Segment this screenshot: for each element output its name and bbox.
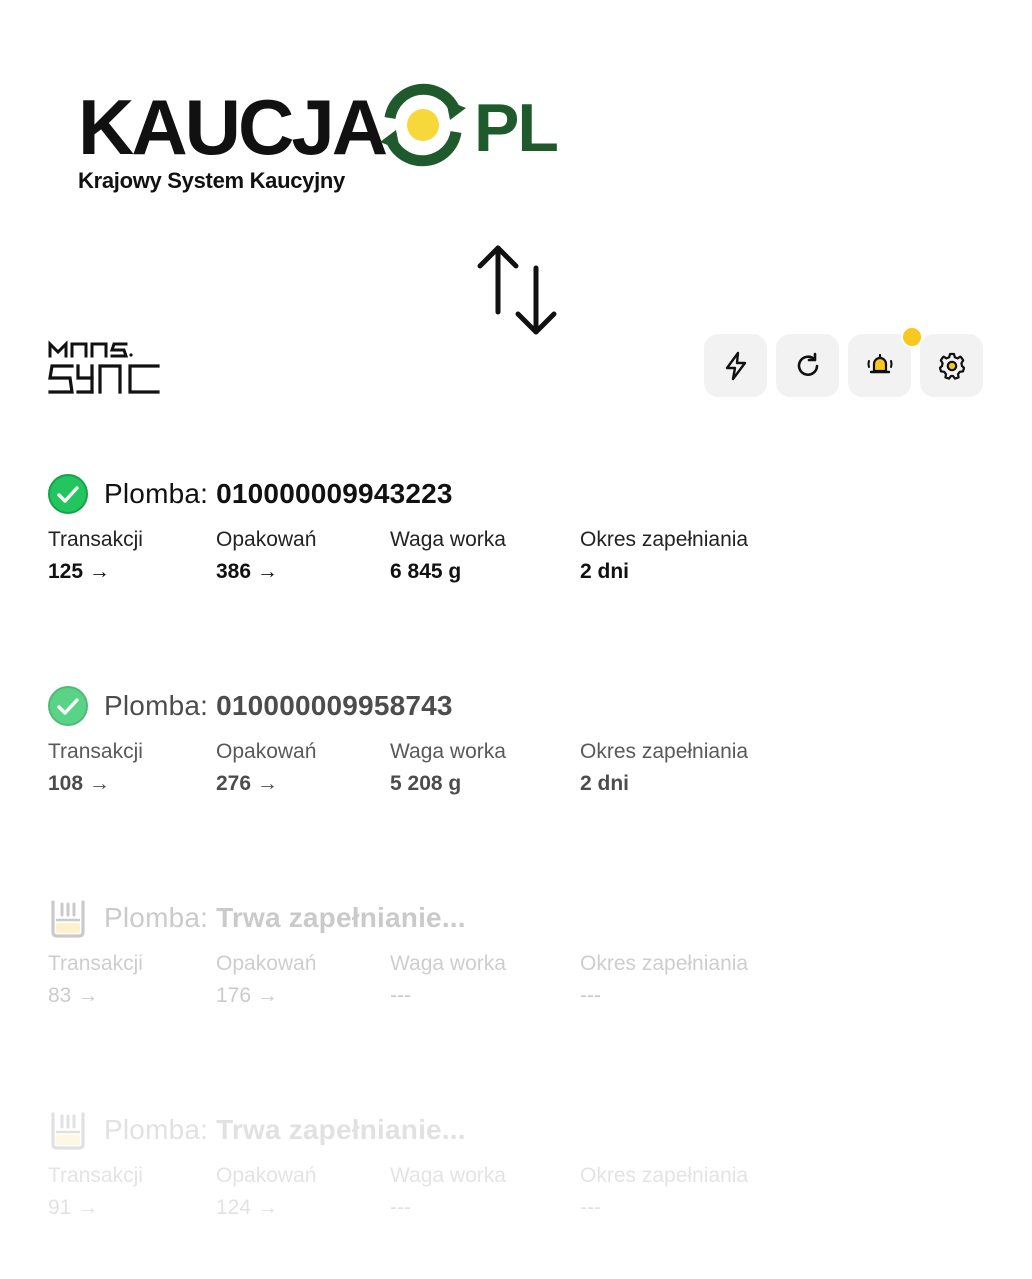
seal-title: Plomba: 010000009943223 [104, 478, 453, 510]
seal-status: Trwa zapełnianie... [216, 902, 466, 933]
seal-title: Plomba: Trwa zapełnianie... [104, 1114, 466, 1146]
check-circle-icon [48, 474, 88, 514]
power-button[interactable] [704, 334, 767, 397]
period-value: 2 dni [580, 772, 630, 795]
stat-packages: Opakowań 386 → [216, 528, 316, 584]
stat-weight: Waga worka 5 208 g [390, 740, 506, 796]
toolbar [704, 326, 983, 397]
stat-label: Waga worka [390, 528, 506, 551]
gear-icon [938, 352, 965, 380]
refresh-icon [797, 352, 818, 376]
swap-arrows-icon [477, 245, 557, 335]
stat-label: Opakowań [216, 740, 317, 763]
seal-title: Plomba: Trwa zapełnianie... [104, 902, 466, 934]
refresh-button[interactable] [776, 334, 839, 397]
stat-label: Transakcji [48, 1164, 143, 1187]
seal-header: Plomba: 010000009958743 [48, 684, 828, 728]
seal-item: Plomba: Trwa zapełnianie... Transakcji 9… [48, 1108, 828, 1234]
alarm-bell-icon [867, 353, 892, 373]
seal-header: Plomba: 010000009943223 [48, 472, 828, 516]
seal-label: Plomba: [104, 902, 209, 933]
stat-label: Opakowań [216, 1164, 317, 1187]
stat-period: Okres zapełniania --- [580, 952, 748, 1008]
stat-transactions: Transakcji 91 → [48, 1164, 143, 1220]
seal-stats: Transakcji 83 → Opakowań 176 → Waga work… [48, 952, 828, 1022]
seal-header: Plomba: Trwa zapełnianie... [48, 896, 828, 940]
packages-link[interactable]: 124 → [216, 1196, 316, 1220]
stat-packages: Opakowań 124 → [216, 1164, 316, 1220]
stat-label: Waga worka [390, 1164, 506, 1187]
stat-period: Okres zapełniania 2 dni [580, 740, 748, 796]
seal-item: Plomba: 010000009958743 Transakcji 108 →… [48, 684, 828, 810]
seal-label: Plomba: [104, 690, 209, 721]
stat-label: Opakowań [216, 952, 317, 975]
settings-button[interactable] [920, 334, 983, 397]
stat-period: Okres zapełniania --- [580, 1164, 748, 1220]
stat-label: Okres zapełniania [580, 740, 749, 763]
kaucja-pl-logo: KAUCJA PL Krajowy System Kaucyjny [78, 78, 568, 198]
stat-label: Transakcji [48, 740, 143, 763]
weight-value: 6 845 g [390, 560, 462, 583]
transactions-link[interactable]: 91 → [48, 1196, 143, 1220]
recycle-ring-icon [380, 83, 466, 167]
stat-packages: Opakowań 176 → [216, 952, 316, 1008]
weight-value: --- [390, 1196, 411, 1219]
page: KAUCJA PL Krajowy System Kaucyjny Plomba… [0, 0, 1032, 1279]
seal-label: Plomba: [104, 1114, 209, 1145]
logo-brand-left: KAUCJA [78, 83, 388, 171]
stat-weight: Waga worka --- [390, 952, 506, 1008]
filling-bin-icon [51, 1112, 85, 1150]
weight-value: --- [390, 984, 411, 1007]
lightning-icon [725, 351, 746, 380]
stat-label: Okres zapełniania [580, 952, 749, 975]
transactions-link[interactable]: 108 → [48, 772, 143, 796]
seal-item: Plomba: Trwa zapełnianie... Transakcji 8… [48, 896, 828, 1022]
stat-label: Okres zapełniania [580, 1164, 749, 1187]
stat-label: Opakowań [216, 528, 317, 551]
stat-period: Okres zapełniania 2 dni [580, 528, 748, 584]
seal-header: Plomba: Trwa zapełnianie... [48, 1108, 828, 1152]
stat-transactions: Transakcji 83 → [48, 952, 143, 1008]
stat-label: Okres zapełniania [580, 528, 749, 551]
seal-title: Plomba: 010000009958743 [104, 690, 453, 722]
period-value: 2 dni [580, 560, 630, 583]
weight-value: 5 208 g [390, 772, 462, 795]
seal-status: Trwa zapełnianie... [216, 1114, 466, 1145]
maas-sync-logo [48, 340, 160, 394]
seal-stats: Transakcji 91 → Opakowań 124 → Waga work… [48, 1164, 828, 1234]
packages-link[interactable]: 276 → [216, 772, 316, 796]
filling-bin-icon [51, 900, 85, 938]
alarm-button[interactable] [848, 326, 923, 397]
transactions-link[interactable]: 83 → [48, 984, 143, 1008]
seal-stats: Transakcji 125 → Opakowań 386 → Waga wor… [48, 528, 828, 598]
packages-link[interactable]: 176 → [216, 984, 316, 1008]
seal-item: Plomba: 010000009943223 Transakcji 125 →… [48, 472, 828, 598]
stat-label: Waga worka [390, 952, 506, 975]
period-value: --- [580, 1196, 601, 1219]
stat-transactions: Transakcji 108 → [48, 740, 143, 796]
seal-label: Plomba: [104, 478, 209, 509]
stat-weight: Waga worka 6 845 g [390, 528, 506, 584]
stat-packages: Opakowań 276 → [216, 740, 316, 796]
stat-label: Transakcji [48, 528, 143, 551]
logo-subtitle: Krajowy System Kaucyjny [78, 168, 345, 193]
transactions-link[interactable]: 125 → [48, 560, 143, 584]
stat-transactions: Transakcji 125 → [48, 528, 143, 584]
stat-weight: Waga worka --- [390, 1164, 506, 1220]
logo-brand-right: PL [474, 90, 559, 166]
stat-label: Waga worka [390, 740, 506, 763]
period-value: --- [580, 984, 601, 1007]
stat-label: Transakcji [48, 952, 143, 975]
seal-stats: Transakcji 108 → Opakowań 276 → Waga wor… [48, 740, 828, 810]
seal-number: 010000009958743 [216, 690, 453, 721]
seal-number: 010000009943223 [216, 478, 453, 509]
check-circle-icon [48, 686, 88, 726]
packages-link[interactable]: 386 → [216, 560, 316, 584]
